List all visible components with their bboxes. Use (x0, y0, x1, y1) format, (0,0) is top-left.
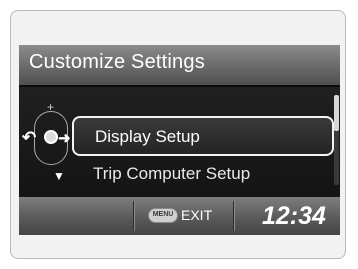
footer-divider (233, 201, 234, 231)
menu-list: + ↶ ➜ ▼ Display Setup Trip Computer Setu… (19, 87, 340, 197)
scrollbar[interactable] (334, 95, 339, 185)
title-bar: Customize Settings (19, 45, 340, 85)
dial-knob-icon[interactable] (44, 130, 58, 144)
footer-bar: MENU EXIT 12:34 (19, 197, 340, 235)
screen-title: Customize Settings (29, 51, 205, 73)
display-screen: Customize Settings + ↶ ➜ ▼ Display Setup… (19, 45, 340, 235)
clock: 12:34 (262, 202, 326, 230)
menu-item-label: Display Setup (95, 127, 200, 146)
menu-item-display-setup[interactable]: Display Setup (72, 116, 334, 156)
menu-button-icon[interactable]: MENU (148, 208, 178, 223)
back-arrow-icon[interactable]: ↶ (22, 128, 36, 148)
enter-arrow-icon[interactable]: ➜ (58, 129, 71, 147)
footer-divider (133, 201, 134, 231)
menu-item-trip-computer-setup[interactable]: Trip Computer Setup (72, 159, 334, 189)
menu-button-label: MENU (152, 211, 174, 218)
down-triangle-icon[interactable]: ▼ (53, 169, 65, 183)
exit-label[interactable]: EXIT (181, 207, 212, 223)
plus-icon: + (47, 100, 55, 114)
scrollbar-thumb[interactable] (334, 95, 339, 131)
menu-item-label: Trip Computer Setup (93, 164, 251, 183)
